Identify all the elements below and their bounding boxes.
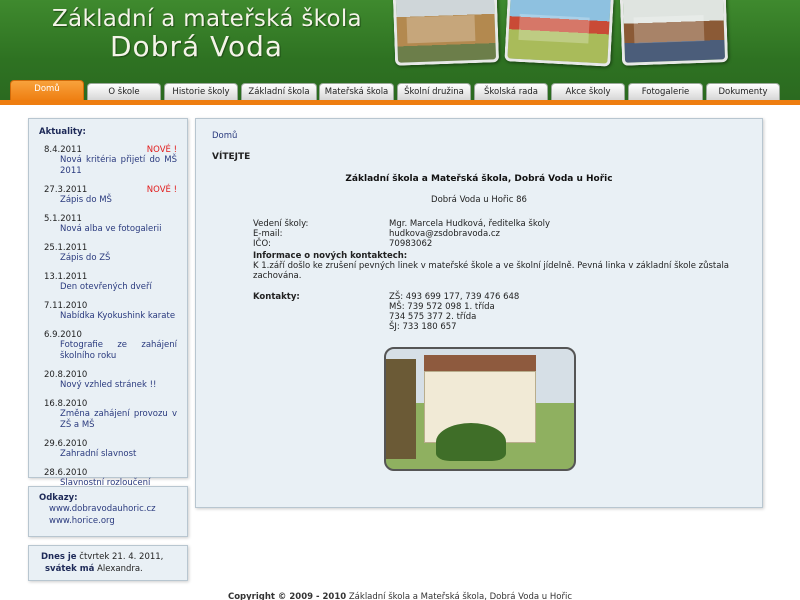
contacts-block: Kontakty: ZŠ: 493 699 177, 739 476 648 M… <box>253 292 733 332</box>
news-link[interactable]: Změna zahájení provozu v ZŠ a MŠ <box>60 409 177 431</box>
news-date: 28.6.2010 <box>44 468 88 478</box>
links-heading: Odkazy: <box>39 493 78 503</box>
footer: Copyright © 2009 - 2010 Základní škola a… <box>0 592 800 600</box>
header-photo-school <box>392 0 500 66</box>
school-info: Vedení školy: Mgr. Marcela Hudková, ředi… <box>253 219 733 332</box>
site-title-line1: Základní a mateřská škola <box>52 6 362 32</box>
today-value: čtvrtek 21. 4. 2011, <box>79 552 164 562</box>
news-date: 27.3.2011 <box>44 185 88 195</box>
news-panel: Aktuality: 8.4.2011 NOVÉ ! Nová kritéria … <box>28 118 188 488</box>
news-item[interactable]: 5.1.2011 Nová alba ve fotogalerii <box>39 214 177 235</box>
news-item[interactable]: 16.8.2010 Změna zahájení provozu v ZŠ a … <box>39 399 177 431</box>
contact-line: MŠ: 739 572 098 1. třída <box>389 302 495 312</box>
info-key: IČO: <box>253 239 271 249</box>
contact-line: ZŠ: 493 699 177, 739 476 648 <box>389 292 520 302</box>
news-date: 13.1.2011 <box>44 272 88 282</box>
info-row: IČO: 70983062 <box>253 239 733 249</box>
contact-line: 734 575 377 2. třída <box>389 312 477 322</box>
email-link[interactable]: hudkova@zsdobravoda.cz <box>389 229 500 239</box>
news-link[interactable]: Nová alba ve fotogalerii <box>60 224 177 235</box>
copyright-label: Copyright © 2009 - 2010 <box>227 592 347 600</box>
today-label: Dnes je <box>41 552 77 562</box>
links-panel: Odkazy: www.dobravodauhoric.cz www.horic… <box>28 486 188 537</box>
nav-item-skolska-rada[interactable]: Školská rada <box>474 83 548 101</box>
news-link[interactable]: Fotografie ze zahájení školního roku <box>60 340 177 362</box>
news-item[interactable]: 29.6.2010 Zahradní slavnost <box>39 439 177 460</box>
nav-item-historie-skoly[interactable]: Historie školy <box>164 83 238 101</box>
site-title-line2: Dobrá Voda <box>110 30 284 63</box>
news-item[interactable]: 27.3.2011 NOVÉ ! Zápis do MŠ <box>39 185 177 206</box>
main-nav: Domů O škole Historie školy Základní ško… <box>0 80 800 101</box>
news-link[interactable]: Nabídka Kyokushink karate <box>60 311 177 322</box>
news-link[interactable]: Nový vzhled stránek !! <box>60 380 177 391</box>
school-building-photo <box>384 347 576 471</box>
news-item[interactable]: 8.4.2011 NOVÉ ! Nová kritéria přijetí do … <box>39 145 177 177</box>
news-link[interactable]: Zápis do MŠ <box>60 195 177 206</box>
nav-item-skolni-druzina[interactable]: Školní družina <box>397 83 471 101</box>
site-title[interactable]: Základní a mateřská škola Dobrá Voda <box>52 6 362 63</box>
news-date: 8.4.2011 <box>44 145 82 155</box>
info-value: Mgr. Marcela Hudková, ředitelka školy <box>389 219 551 229</box>
nav-item-o-skole[interactable]: O škole <box>87 83 161 101</box>
news-item[interactable]: 13.1.2011 Den otevřených dveří <box>39 272 177 293</box>
nav-item-fotogalerie[interactable]: Fotogalerie <box>628 83 703 101</box>
header-photo-playground <box>504 0 614 67</box>
nameday-label: svátek má <box>45 564 95 574</box>
info-key: Vedení školy: <box>253 219 309 229</box>
nav-item-domu[interactable]: Domů <box>10 80 84 101</box>
contacts-note: Informace o nových kontaktech: K 1.září … <box>253 251 733 281</box>
link-horice[interactable]: www.horice.org <box>49 515 177 527</box>
page-title: VÍTEJTE <box>212 152 251 162</box>
new-badge: NOVÉ ! <box>146 145 177 155</box>
news-item[interactable]: 6.9.2010 Fotografie ze zahájení školního… <box>39 330 177 362</box>
new-badge: NOVÉ ! <box>146 185 177 195</box>
link-dobravodauhoric[interactable]: www.dobravodauhoric.cz <box>49 503 177 515</box>
news-date: 7.11.2010 <box>44 301 88 311</box>
nav-item-materska-skola[interactable]: Mateřská škola <box>319 83 394 101</box>
header-photo-classroom <box>619 0 729 66</box>
news-item[interactable]: 25.1.2011 Zápis do ZŠ <box>39 243 177 264</box>
info-key: E-mail: <box>253 229 283 239</box>
main-content: Domů VÍTEJTE Základní škola a Mateřská š… <box>195 118 763 508</box>
news-date: 25.1.2011 <box>44 243 88 253</box>
breadcrumb[interactable]: Domů <box>212 131 746 141</box>
contact-line: ŠJ: 733 180 657 <box>389 322 457 332</box>
news-link[interactable]: Zápis do ZŠ <box>60 253 177 264</box>
nav-underline <box>0 100 800 105</box>
date-panel: Dnes je čtvrtek 21. 4. 2011, svátek má A… <box>28 545 188 581</box>
news-link[interactable]: Den otevřených dveří <box>60 282 177 293</box>
info-row: E-mail: hudkova@zsdobravoda.cz <box>253 229 733 239</box>
news-link[interactable]: Nová kritéria přijetí do MŠ 2011 <box>60 155 177 177</box>
nav-item-akce-skoly[interactable]: Akce školy <box>551 83 625 101</box>
news-date: 20.8.2010 <box>44 370 88 380</box>
news-item[interactable]: 7.11.2010 Nabídka Kyokushink karate <box>39 301 177 322</box>
nav-item-zakladni-skola[interactable]: Základní škola <box>241 83 317 101</box>
copyright-text: Základní škola a Mateřská škola, Dobrá V… <box>348 592 573 600</box>
note-text: K 1.září došlo ke zrušení pevných linek … <box>253 261 730 281</box>
news-item[interactable]: 20.8.2010 Nový vzhled stránek !! <box>39 370 177 391</box>
news-heading: Aktuality: <box>39 127 86 137</box>
contacts-label: Kontakty: <box>253 292 300 302</box>
school-name: Základní škola a Mateřská škola, Dobrá V… <box>345 174 613 184</box>
note-heading: Informace o nových kontaktech: <box>253 251 408 261</box>
school-address: Dobrá Voda u Hořic 86 <box>431 195 527 205</box>
news-date: 29.6.2010 <box>44 439 88 449</box>
nav-item-dokumenty[interactable]: Dokumenty <box>706 83 780 101</box>
news-link[interactable]: Zahradní slavnost <box>60 449 177 460</box>
nameday-value: Alexandra. <box>97 564 143 574</box>
news-date: 5.1.2011 <box>44 214 82 224</box>
info-row: Vedení školy: Mgr. Marcela Hudková, ředi… <box>253 219 733 229</box>
info-value: 70983062 <box>389 239 433 249</box>
news-date: 16.8.2010 <box>44 399 88 409</box>
news-date: 6.9.2010 <box>44 330 82 340</box>
